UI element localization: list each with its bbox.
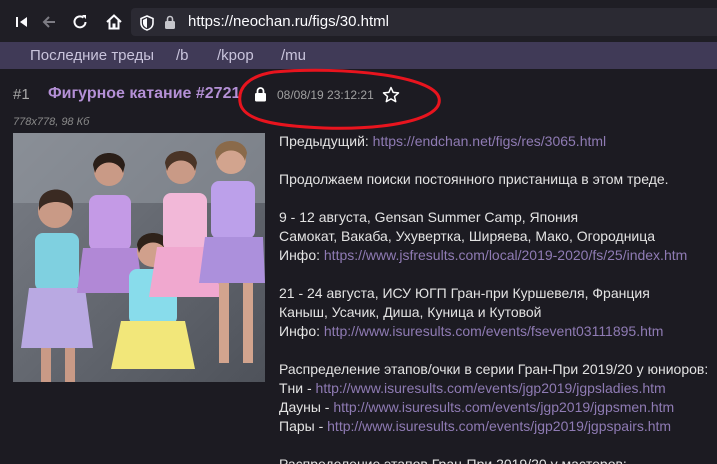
home-icon[interactable] [104, 12, 124, 32]
back-arrow-icon[interactable] [39, 12, 59, 32]
nav-link-b[interactable]: /b [176, 47, 189, 64]
event1-info: Инфо: https://www.jsfresults.com/local/2… [279, 246, 715, 265]
event2-title: 21 - 24 августа, ИСУ ЮГП Гран-при Куршев… [279, 285, 650, 301]
reload-icon[interactable] [70, 12, 90, 32]
event1-title: 9 - 12 августа, Gensan Summer Camp, Япон… [279, 209, 579, 225]
prev-label: Предыдущий: [279, 133, 373, 149]
post-body: Предыдущий: https://endchan.net/figs/res… [279, 132, 715, 464]
step-back-icon[interactable] [12, 12, 32, 32]
info-label: Инфо: [279, 323, 324, 339]
prev-thread-link[interactable]: https://endchan.net/figs/res/3065.html [373, 133, 606, 149]
nav-link-recent[interactable]: Последние треды [30, 47, 154, 64]
post-number[interactable]: #1 [13, 86, 30, 103]
pary-link[interactable]: http://www.isuresults.com/events/jgp2019… [327, 418, 671, 434]
lock-icon[interactable] [164, 15, 176, 35]
url-text[interactable]: https://neochan.ru/figs/30.html [188, 13, 389, 30]
intro-line: Продолжаем поиски постоянного пристанища… [279, 171, 669, 187]
nav-link-mu[interactable]: /mu [281, 47, 306, 64]
image-meta: 778x778, 98 Кб [13, 116, 90, 128]
event2-names: Каныш, Усачик, Диша, Куница и Кутовой [279, 304, 542, 320]
masters-title: Распределение этапов Гран-При 2019/20 у … [279, 456, 627, 464]
tni-link[interactable]: http://www.isuresults.com/events/jgp2019… [316, 380, 666, 396]
post-title: Фигурное катание #2721 [48, 85, 241, 102]
pary-label: Пары - [279, 418, 328, 434]
event1-names: Самокат, Вакаба, Ухувертка, Ширяева, Мак… [279, 228, 656, 244]
event2-link[interactable]: http://www.isuresults.com/events/fsevent… [324, 323, 664, 339]
shield-icon[interactable] [140, 15, 154, 36]
info-label: Инфо: [279, 247, 324, 263]
dauny-line: Дауны - http://www.isuresults.com/events… [279, 398, 715, 417]
pary-line: Пары - http://www.isuresults.com/events/… [279, 417, 715, 436]
tni-line: Тни - http://www.isuresults.com/events/j… [279, 379, 715, 398]
post-image[interactable] [13, 133, 265, 382]
red-annotation-circle [238, 68, 441, 130]
nav-link-kpop[interactable]: /kpop [217, 47, 254, 64]
tni-label: Тни - [279, 380, 316, 396]
event2-info: Инфо: http://www.isuresults.com/events/f… [279, 322, 715, 341]
event1-link[interactable]: https://www.jsfresults.com/local/2019-20… [324, 247, 687, 263]
prev-line: Предыдущий: https://endchan.net/figs/res… [279, 132, 715, 151]
dauny-label: Дауны - [279, 399, 334, 415]
distribution-title: Распределение этапов/очки в серии Гран-П… [279, 361, 709, 377]
dauny-link[interactable]: http://www.isuresults.com/events/jgp2019… [333, 399, 674, 415]
